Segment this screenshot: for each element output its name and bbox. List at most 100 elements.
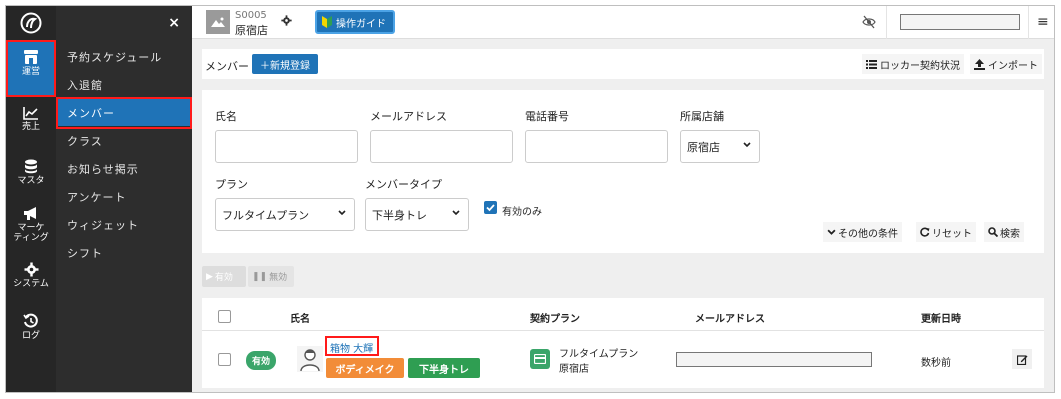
sub-item-label: ウィジェット	[67, 218, 139, 232]
logo-icon	[20, 12, 42, 33]
sub-item-notices[interactable]: お知らせ掲示	[56, 155, 192, 182]
check-icon	[486, 204, 495, 212]
store-select-value: 原宿店	[687, 140, 720, 154]
phone-input[interactable]	[525, 130, 668, 163]
avatar	[297, 346, 323, 372]
column-header[interactable]: 契約プラン	[530, 310, 580, 325]
rail-item-sales[interactable]: 売上	[6, 106, 56, 142]
main-content: メンバー ＋新規登録 ロッカー契約状況 インポート 氏名 メールアドレス 電話番…	[192, 39, 1054, 392]
chart-icon	[23, 107, 38, 120]
email-value	[676, 352, 872, 367]
sub-item-entry[interactable]: 入退館	[56, 71, 192, 98]
gear-icon	[24, 262, 38, 277]
image-icon	[211, 17, 225, 27]
edit-button[interactable]	[1012, 349, 1032, 369]
sub-item-class[interactable]: クラス	[56, 127, 192, 154]
play-icon: ▶	[206, 271, 213, 282]
store-icon	[24, 50, 38, 64]
search-icon	[988, 227, 998, 237]
beginner-mark-icon	[322, 15, 332, 28]
user-info-field	[900, 14, 1020, 30]
locker-status-button[interactable]: ロッカー契約状況	[862, 54, 964, 74]
hamburger-menu-icon[interactable]: ≡	[1037, 14, 1049, 30]
column-header[interactable]: 氏名	[290, 310, 310, 325]
more-conditions-button[interactable]: その他の条件	[823, 222, 902, 242]
sub-item-label: メンバー	[67, 106, 115, 120]
search-panel: 氏名 メールアドレス 電話番号 所属店舗 原宿店 プラン フルタイムプラン メン…	[202, 90, 1044, 253]
member-table: 氏名 契約プラン メールアドレス 更新日時 有効 箱物 大輝 ボディメイク 下半…	[202, 298, 1044, 388]
import-button[interactable]: インポート	[970, 54, 1042, 74]
divider	[202, 330, 1044, 331]
store-code: S0005	[235, 10, 267, 21]
email-input[interactable]	[370, 130, 513, 163]
more-conditions-label: その他の条件	[838, 228, 898, 240]
sub-item-schedule[interactable]: 予約スケジュール	[56, 43, 192, 70]
status-badge: 有効	[246, 351, 276, 370]
store-select[interactable]: 原宿店	[680, 130, 760, 163]
enable-button[interactable]: ▶ 有効	[202, 266, 246, 287]
import-label: インポート	[988, 60, 1038, 72]
column-header[interactable]: 更新日時	[921, 310, 961, 325]
page-title: メンバー	[205, 60, 249, 73]
member-type-select[interactable]: 下半身トレ	[365, 198, 469, 231]
column-header[interactable]: メールアドレス	[695, 310, 765, 325]
store-name: 原宿店	[235, 24, 268, 37]
disable-button[interactable]: ❚❚ 無効	[248, 266, 294, 287]
updated-time: 数秒前	[921, 358, 951, 369]
reset-label: リセット	[932, 228, 972, 240]
reset-button[interactable]: リセット	[916, 222, 976, 242]
edit-icon	[1016, 354, 1027, 365]
hide-toggle-button[interactable]	[862, 15, 876, 32]
rail-item-label: マスタ	[17, 176, 45, 186]
new-member-button[interactable]: ＋新規登録	[252, 54, 318, 74]
store-settings-button[interactable]	[281, 15, 292, 29]
upload-icon	[974, 58, 985, 70]
member-type-label: メンバータイプ	[365, 178, 442, 191]
sub-item-label: 予約スケジュール	[67, 50, 163, 64]
sub-menu: × 予約スケジュール 入退館 メンバー クラス お知らせ掲示 アンケート ウィジ…	[56, 6, 192, 392]
divider	[1028, 6, 1029, 39]
rail-item-log[interactable]: ログ	[6, 313, 56, 349]
sub-item-widget[interactable]: ウィジェット	[56, 211, 192, 238]
rail-item-label: 売上	[21, 122, 40, 132]
row-checkbox[interactable]	[218, 353, 231, 366]
app-logo[interactable]	[6, 6, 56, 39]
rail-item-operations[interactable]: 運営	[6, 40, 56, 96]
plan-select[interactable]: フルタイムプラン	[215, 198, 355, 231]
email-label: メールアドレス	[370, 110, 447, 123]
rail-item-label: 運営	[21, 67, 40, 77]
icon-rail: 運営 売上 マスタ マーケ ティング システム ログ	[6, 6, 56, 392]
member-name-link[interactable]: 箱物 大輝	[330, 340, 373, 355]
close-menu-button[interactable]: ×	[56, 6, 192, 39]
plan-label: プラン	[215, 178, 248, 191]
pause-icon: ❚❚	[252, 271, 268, 282]
rail-item-label: システム	[13, 279, 49, 289]
chevron-down-icon	[338, 210, 346, 216]
card-icon	[534, 354, 546, 364]
plan-icon	[530, 349, 550, 369]
search-button[interactable]: 検索	[984, 222, 1024, 242]
sub-item-members[interactable]: メンバー	[56, 99, 192, 126]
rail-item-system[interactable]: システム	[6, 262, 56, 298]
person-icon	[297, 346, 323, 372]
close-icon: ×	[168, 14, 180, 31]
guide-button[interactable]: 操作ガイド	[315, 10, 395, 34]
member-type-tag: ボディメイク	[326, 358, 404, 378]
plan-select-value: フルタイムプラン	[222, 208, 310, 222]
chevron-down-icon	[827, 229, 836, 235]
select-all-checkbox[interactable]	[218, 310, 231, 323]
disable-label: 無効	[269, 273, 288, 283]
sub-item-survey[interactable]: アンケート	[56, 183, 192, 210]
rail-item-marketing[interactable]: マーケ ティング	[6, 206, 56, 250]
search-label: 検索	[1000, 228, 1020, 240]
guide-label: 操作ガイド	[336, 18, 386, 30]
active-only-checkbox[interactable]	[484, 201, 497, 214]
top-bar: S0005 原宿店 操作ガイド ≡	[192, 6, 1054, 39]
sub-item-label: 入退館	[67, 78, 103, 92]
rail-item-master[interactable]: マスタ	[6, 159, 56, 195]
sub-item-shift[interactable]: シフト	[56, 239, 192, 266]
chevron-down-icon	[743, 142, 751, 148]
name-input[interactable]	[215, 130, 358, 163]
member-type-tag: 下半身トレ	[408, 358, 480, 378]
plan-store: 原宿店	[559, 364, 589, 375]
